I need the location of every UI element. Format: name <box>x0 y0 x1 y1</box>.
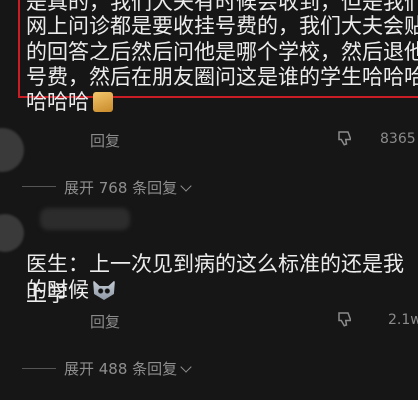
avatar[interactable] <box>0 128 24 172</box>
comment-text-line: 的回答之后然后问他是哪个学校，然后退他 <box>26 40 418 64</box>
username[interactable] <box>40 208 130 230</box>
comment-text: 哈哈哈 <box>26 90 89 114</box>
expand-replies-button[interactable]: 展开 768 条回复 <box>64 177 192 198</box>
cat-emoji-icon <box>93 92 113 112</box>
expand-divider-line <box>22 368 56 369</box>
reply-button[interactable]: 回复 <box>90 311 120 332</box>
chevron-down-icon <box>180 361 192 373</box>
dislike-icon[interactable] <box>336 310 354 332</box>
expand-replies-button[interactable]: 展开 488 条回复 <box>64 358 192 379</box>
chevron-down-icon <box>180 180 192 192</box>
like-count: 2.1w <box>388 312 418 328</box>
expand-divider-line <box>22 186 56 187</box>
fox-emoji-icon <box>93 280 115 300</box>
expand-replies-label: 展开 768 条回复 <box>64 179 178 197</box>
like-count: 8365 <box>380 131 416 147</box>
comment-text-line: 是真的，我们大夫有时候会收到，但是我们 <box>26 0 418 14</box>
avatar[interactable] <box>0 214 24 252</box>
expand-replies-label: 展开 488 条回复 <box>64 360 178 378</box>
dislike-icon[interactable] <box>336 129 354 151</box>
comment-text-last-line: 哈哈哈 <box>26 90 113 114</box>
reply-button[interactable]: 回复 <box>90 130 120 151</box>
comment-text-line: 号费，然后在朋友圈问这是谁的学生哈哈哈 <box>26 65 418 89</box>
comment-text-line: 网上问诊都是要收挂号费的，我们大夫会贴 <box>26 14 418 38</box>
comment-text-last-line: 的时候 <box>26 274 115 304</box>
comment-text: 的时候 <box>26 278 89 302</box>
